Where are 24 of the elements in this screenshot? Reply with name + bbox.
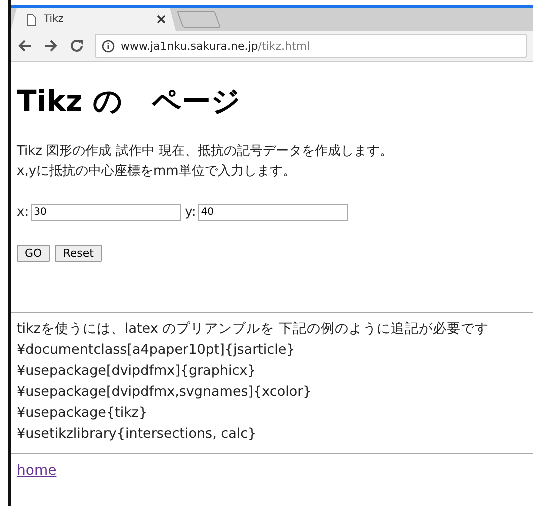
field-label: y: [185,205,196,220]
page-icon [27,14,36,26]
address-bar[interactable]: www.ja1nku.sakura.ne.jp/tikz.html [95,34,527,58]
form-button[interactable]: Reset [55,245,102,262]
back-icon[interactable] [17,38,33,54]
forward-icon[interactable] [43,38,59,54]
page-heading: Tikz の ページ [17,83,242,120]
input-field[interactable]: 40 [198,204,348,221]
note-text: ¥documentclass[a4paper10pt]{jsarticle} [17,341,296,360]
close-icon[interactable] [157,15,166,24]
intro-text: Tikz 図形の作成 試作中 現在、抵抗の記号データを作成します。 [17,143,394,161]
note-text: ¥usepackage{tikz} [17,404,149,423]
info-icon[interactable] [102,40,115,52]
field-label: x: [17,205,30,220]
home-link[interactable]: home [17,463,57,479]
note-text: ¥usetikzlibrary{intersections, calc} [17,425,258,444]
browser-tab[interactable]: Tikz [11,8,176,31]
note-text: tikzを使うには、latex のプリアンブルを 下記の例のように追記が必要です [17,320,490,339]
note-text: ¥usepackage[dvipdfmx,svgnames]{xcolor} [17,383,313,402]
input-field[interactable]: 30 [31,204,182,221]
intro-text: x,yに抵抗の中心座標をmm単位で入力します。 [17,163,297,181]
reload-icon[interactable] [69,38,85,54]
note-text: ¥usepackage[dvipdfmx]{graphicx} [17,362,258,381]
form-button[interactable]: GO [17,245,50,262]
